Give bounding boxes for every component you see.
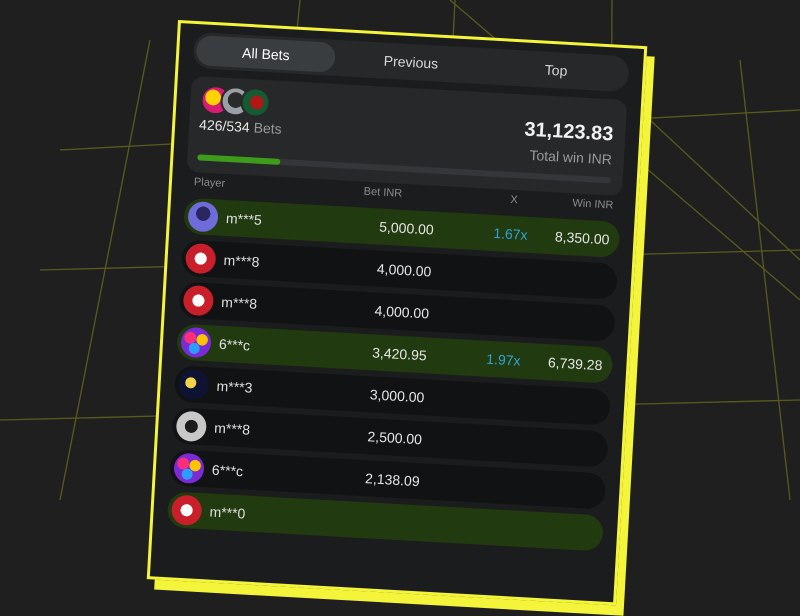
bets-summary: 426/534 Bets 31,123.83 Total win INR	[186, 75, 628, 197]
red-avatar-icon	[184, 242, 217, 275]
multiplier	[448, 517, 512, 521]
avatar-icon	[239, 86, 272, 119]
player-name: m***3	[216, 377, 253, 396]
red-avatar-icon	[182, 284, 215, 317]
bets-panel: All Bets Previous Top 426/534 Bets 31,123…	[146, 20, 648, 606]
multiplier	[459, 307, 523, 311]
win-amount: 6,739.28	[547, 354, 603, 374]
multiplier: 1.97x	[485, 350, 521, 369]
bets-count-value: 426/534	[198, 116, 251, 136]
header-win: Win INR	[572, 197, 614, 212]
player-name: m***0	[209, 503, 246, 522]
multiplier: 1.67x	[492, 224, 528, 243]
bet-amount: 5,000.00	[378, 218, 435, 238]
bet-amount: 3,000.00	[369, 386, 425, 406]
player-name: 6***c	[211, 461, 244, 480]
multiplier	[450, 475, 514, 479]
header-player: Player	[193, 176, 226, 190]
dog-avatar-icon	[175, 410, 208, 443]
player-name: 6***c	[218, 335, 251, 354]
total-win-amount: 31,123.83	[523, 118, 614, 146]
bets-count-label: Bets	[253, 119, 283, 137]
multiplier	[462, 265, 526, 269]
red-avatar-icon	[170, 494, 203, 527]
bet-amount	[318, 510, 418, 516]
player-name: m***8	[220, 293, 258, 312]
candy-avatar-icon	[180, 326, 212, 359]
bets-progress-fill	[197, 154, 281, 165]
tab-all-bets[interactable]: All Bets	[195, 35, 337, 73]
moon-avatar-icon	[177, 368, 210, 401]
bet-amount: 4,000.00	[376, 260, 432, 280]
bet-amount: 2,500.00	[367, 428, 423, 448]
bet-amount: 4,000.00	[374, 302, 430, 322]
header-multiplier: X	[510, 193, 519, 207]
bets-panel-wrapper: All Bets Previous Top 426/534 Bets 31,123…	[146, 20, 655, 616]
player-name: m***8	[223, 251, 260, 270]
total-win-label: Total win INR	[529, 146, 613, 168]
purple-avatar-icon	[187, 200, 219, 233]
bet-amount: 2,138.09	[364, 470, 421, 490]
tab-previous[interactable]: Previous	[341, 43, 482, 81]
bets-list: m***5 5,000.00 1.67x 8,350.00 m***8 4,00…	[166, 197, 621, 558]
win-amount: 8,350.00	[554, 228, 610, 248]
candy-avatar-icon	[173, 452, 205, 485]
player-name: m***8	[213, 419, 251, 438]
player-name: m***5	[225, 210, 263, 228]
tab-top[interactable]: Top	[486, 51, 627, 89]
recent-avatars	[199, 84, 281, 119]
bets-count: 426/534 Bets	[199, 116, 282, 137]
header-bet: Bet INR	[363, 185, 403, 200]
multiplier	[455, 391, 519, 395]
bet-amount: 3,420.95	[371, 344, 428, 364]
multiplier	[452, 433, 516, 437]
